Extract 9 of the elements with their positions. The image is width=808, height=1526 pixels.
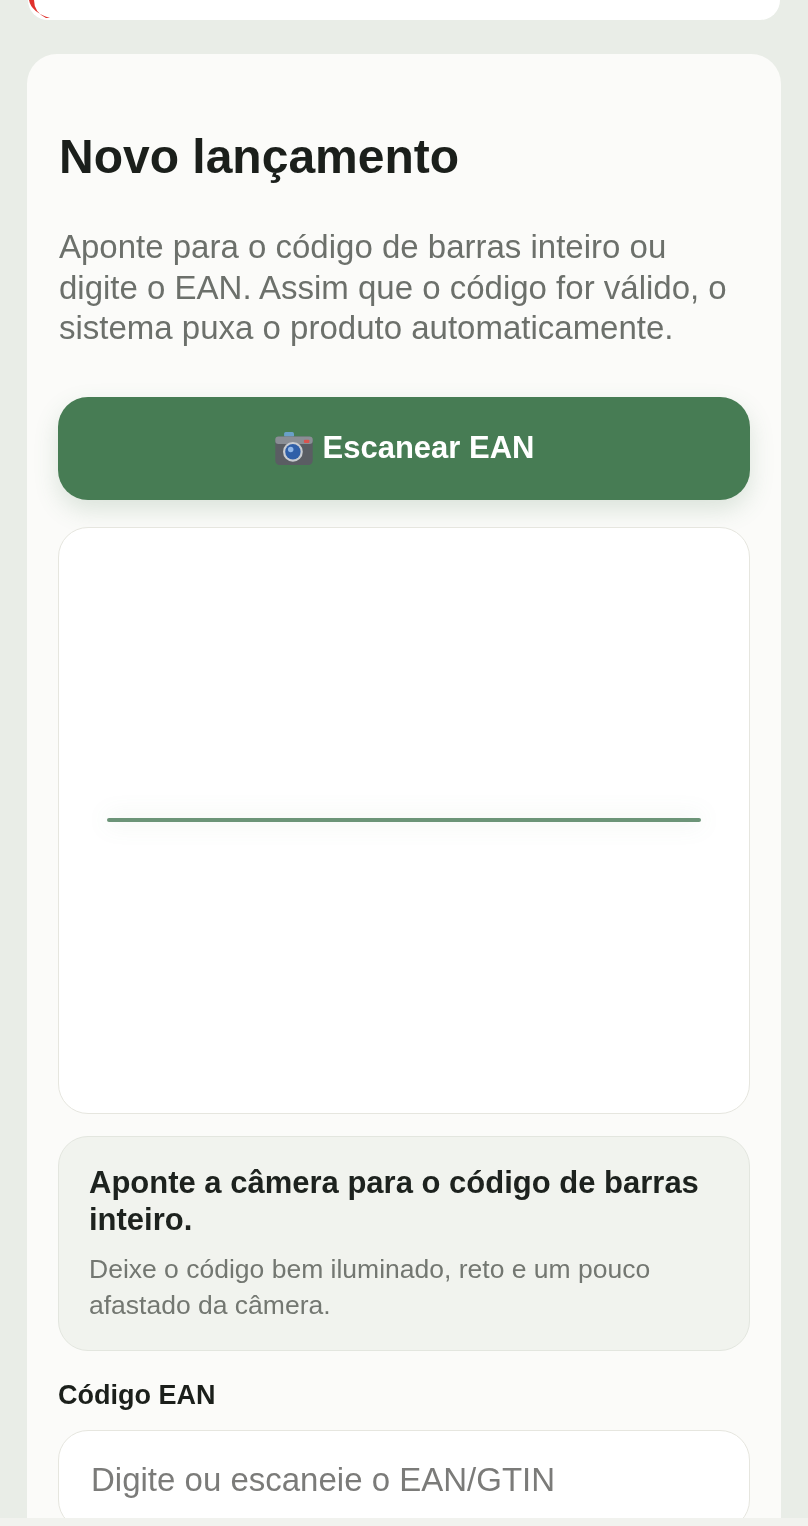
ean-input-field[interactable]: Digite ou escaneie o EAN/GTIN bbox=[58, 1429, 750, 1518]
scan-button[interactable]: Escanear EAN bbox=[58, 396, 750, 500]
field-label: Código EAN bbox=[58, 1378, 217, 1412]
camera-icon bbox=[273, 431, 314, 465]
card-title: Novo lançamento bbox=[58, 129, 461, 185]
hint-text: Deixe o código bem iluminado, reto e um pouco afastado da câmera. bbox=[89, 1252, 652, 1322]
hint-title: Aponte a câmera para o código de barras inteiro. bbox=[89, 1163, 700, 1238]
description-text: Aponte para o código de barras inteiro ou digite o EAN. Assim que o código for válido, o sistema puxa o produto automaticamente. bbox=[58, 227, 728, 348]
arc-icon bbox=[28, 0, 50, 18]
